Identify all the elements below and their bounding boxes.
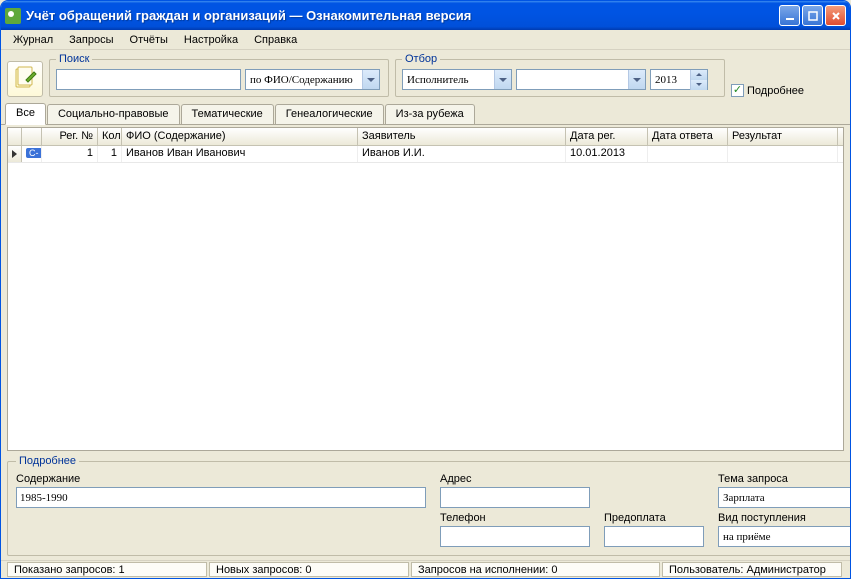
prepay-label: Предоплата bbox=[604, 512, 704, 524]
prepay-field[interactable] bbox=[604, 526, 704, 547]
chevron-down-icon[interactable] bbox=[362, 70, 379, 89]
new-request-button[interactable] bbox=[7, 61, 43, 97]
col-result[interactable]: Результат bbox=[728, 128, 838, 145]
kind-value: на приёме bbox=[723, 531, 771, 543]
more-checkbox[interactable]: ✓ Подробнее bbox=[731, 84, 804, 97]
phone-field[interactable] bbox=[440, 526, 590, 547]
current-row-indicator bbox=[8, 146, 22, 162]
row-arrow-icon bbox=[12, 150, 17, 158]
close-button[interactable] bbox=[825, 5, 846, 26]
spin-up-icon[interactable] bbox=[690, 70, 707, 80]
tab-thematic[interactable]: Тематические bbox=[181, 104, 274, 124]
filter-legend: Отбор bbox=[402, 53, 440, 65]
chevron-down-icon[interactable] bbox=[494, 70, 511, 89]
content-label: Содержание bbox=[16, 473, 426, 485]
topic-label: Тема запроса bbox=[718, 473, 851, 485]
phone-label: Телефон bbox=[440, 512, 590, 524]
document-pencil-icon bbox=[12, 66, 38, 92]
window-title: Учёт обращений граждан и организаций — О… bbox=[26, 8, 779, 23]
details-legend: Подробнее bbox=[16, 455, 79, 467]
cell-date-ans bbox=[648, 146, 728, 162]
status-shown: Показано запросов: 1 bbox=[7, 562, 207, 577]
maximize-button[interactable] bbox=[802, 5, 823, 26]
check-icon: ✓ bbox=[731, 84, 744, 97]
search-group: Поиск по ФИО/Содержанию bbox=[49, 53, 389, 97]
table-row[interactable]: С- 1 1 Иванов Иван Иванович Иванов И.И. … bbox=[8, 146, 843, 163]
category-badge: С- bbox=[26, 148, 42, 158]
col-date-answer[interactable]: Дата ответа bbox=[648, 128, 728, 145]
search-input[interactable] bbox=[56, 69, 241, 90]
topic-value: Зарплата bbox=[723, 492, 765, 504]
tab-genealogy[interactable]: Генеалогические bbox=[275, 104, 384, 124]
content-field[interactable] bbox=[16, 487, 426, 508]
minimize-button[interactable] bbox=[779, 5, 800, 26]
app-icon bbox=[5, 8, 21, 24]
status-user: Пользователь: Администратор bbox=[662, 562, 842, 577]
titlebar: Учёт обращений граждан и организаций — О… bbox=[1, 1, 850, 30]
menu-requests[interactable]: Запросы bbox=[63, 32, 119, 48]
filter-year-value: 2013 bbox=[655, 74, 677, 86]
tabs: Все Социально-правовые Тематические Гене… bbox=[1, 100, 850, 125]
menu-journal[interactable]: Журнал bbox=[7, 32, 59, 48]
filter-by-value: Исполнитель bbox=[407, 74, 469, 86]
tab-all[interactable]: Все bbox=[5, 103, 46, 125]
filter-value-combo[interactable] bbox=[516, 69, 646, 90]
menu-reports[interactable]: Отчёты bbox=[124, 32, 174, 48]
kind-label: Вид поступления bbox=[718, 512, 851, 524]
address-field[interactable] bbox=[440, 487, 590, 508]
status-new: Новых запросов: 0 bbox=[209, 562, 409, 577]
col-badge[interactable] bbox=[22, 128, 42, 145]
tab-social[interactable]: Социально-правовые bbox=[47, 104, 180, 124]
filter-by-combo[interactable]: Исполнитель bbox=[402, 69, 512, 90]
cell-fio: Иванов Иван Иванович bbox=[122, 146, 358, 162]
filter-group: Отбор Исполнитель 2013 bbox=[395, 53, 725, 97]
col-declarant[interactable]: Заявитель bbox=[358, 128, 566, 145]
cell-reg: 1 bbox=[42, 146, 98, 162]
col-kol[interactable]: Кол bbox=[98, 128, 122, 145]
status-pending: Запросов на исполнении: 0 bbox=[411, 562, 660, 577]
details-group: Подробнее Содержание Адрес Тема запроса … bbox=[7, 455, 851, 556]
more-checkbox-label: Подробнее bbox=[747, 85, 804, 97]
topic-combo[interactable]: Зарплата bbox=[718, 487, 851, 508]
spin-down-icon[interactable] bbox=[690, 80, 707, 90]
statusbar: Показано запросов: 1 Новых запросов: 0 З… bbox=[1, 560, 850, 578]
search-type-combo[interactable]: по ФИО/Содержанию bbox=[245, 69, 380, 90]
row-indicator-header bbox=[8, 128, 22, 145]
cell-kol: 1 bbox=[98, 146, 122, 162]
filter-year-spinner[interactable]: 2013 bbox=[650, 69, 708, 90]
address-label: Адрес bbox=[440, 473, 590, 485]
search-type-value: по ФИО/Содержанию bbox=[250, 74, 353, 86]
menubar: Журнал Запросы Отчёты Настройка Справка bbox=[1, 30, 850, 50]
search-legend: Поиск bbox=[56, 53, 92, 65]
grid: Рег. № Кол ФИО (Содержание) Заявитель Да… bbox=[7, 127, 844, 451]
tab-abroad[interactable]: Из-за рубежа bbox=[385, 104, 475, 124]
chevron-down-icon[interactable] bbox=[628, 70, 645, 89]
cell-declarant: Иванов И.И. bbox=[358, 146, 566, 162]
col-fio[interactable]: ФИО (Содержание) bbox=[122, 128, 358, 145]
col-date-reg[interactable]: Дата рег. bbox=[566, 128, 648, 145]
cell-result bbox=[728, 146, 838, 162]
cell-date-reg: 10.01.2013 bbox=[566, 146, 648, 162]
kind-combo[interactable]: на приёме bbox=[718, 526, 851, 547]
menu-settings[interactable]: Настройка bbox=[178, 32, 244, 48]
menu-help[interactable]: Справка bbox=[248, 32, 303, 48]
col-reg[interactable]: Рег. № bbox=[42, 128, 98, 145]
